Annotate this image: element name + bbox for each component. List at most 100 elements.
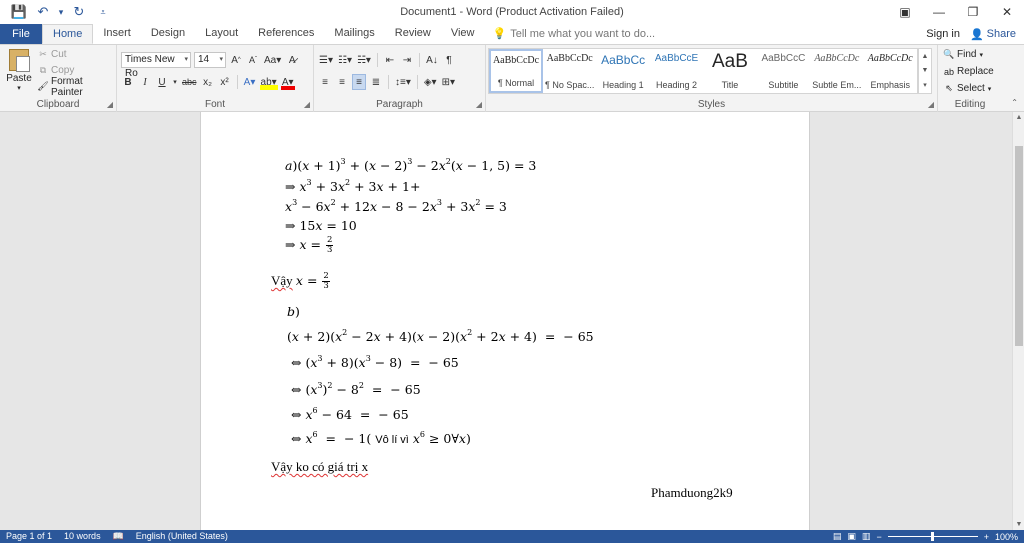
shading-icon[interactable]: ◈▾ (423, 74, 438, 90)
vertical-scrollbar[interactable]: ▲ ▼ (1012, 112, 1024, 530)
undo-dropdown-icon[interactable]: ▾ (56, 1, 66, 23)
zoom-level[interactable]: 100% (995, 532, 1018, 542)
style-heading-1[interactable]: AaBbCc Heading 1 (596, 49, 649, 93)
align-right-icon[interactable]: ≡ (352, 74, 366, 90)
style-normal[interactable]: AaBbCcDc ¶ Normal (489, 49, 543, 93)
language-indicator[interactable]: English (United States) (130, 530, 234, 543)
strikethrough-icon[interactable]: abc (181, 74, 198, 90)
bullets-icon[interactable]: ☰▾ (318, 52, 334, 68)
chevron-down-icon[interactable]: ▾ (172, 74, 178, 90)
more-styles-icon[interactable]: ▾ (923, 81, 927, 89)
page-count[interactable]: Page 1 of 1 (0, 530, 58, 543)
sort-icon[interactable]: A↓ (425, 52, 439, 68)
scroll-up-icon[interactable]: ▲ (1013, 114, 1024, 121)
tab-insert[interactable]: Insert (93, 24, 141, 44)
tab-review[interactable]: Review (385, 24, 441, 44)
style-subtitle[interactable]: AaBbCcC Subtitle (757, 49, 810, 93)
chevron-down-icon[interactable]: ▼ (922, 67, 929, 74)
document-page[interactable]: a)(x + 1)3 + (x − 2)3 − 2x2(x − 1, 5) = … (200, 112, 810, 530)
borders-icon[interactable]: ⊞▾ (441, 74, 456, 90)
underline-icon[interactable]: U (155, 74, 169, 90)
dialog-launcher-icon[interactable]: ◢ (476, 100, 482, 109)
word-count[interactable]: 10 words (58, 530, 107, 543)
sign-in-link[interactable]: Sign in (926, 28, 960, 40)
font-group-label: Font (204, 99, 225, 110)
multilevel-list-icon[interactable]: ☵▾ (356, 52, 372, 68)
zoom-slider[interactable] (887, 532, 978, 541)
align-center-icon[interactable]: ≡ (335, 74, 349, 90)
paste-button[interactable]: Paste ▾ (4, 49, 34, 95)
dialog-launcher-icon[interactable]: ◢ (107, 100, 113, 109)
change-case-icon[interactable]: Aa▾ (263, 52, 282, 68)
highlight-icon[interactable]: ab▾ (259, 74, 278, 90)
print-layout-icon[interactable]: ▣ (847, 531, 856, 542)
customize-qat-icon[interactable]: ⩡ (92, 1, 114, 23)
proofing-icon[interactable]: 📖 (107, 530, 130, 543)
chevron-up-icon[interactable]: ▲ (922, 53, 929, 60)
font-size-value: 14 (198, 54, 210, 65)
tab-home[interactable]: Home (42, 24, 94, 44)
style-name: Heading 2 (656, 80, 698, 90)
bold-icon[interactable]: B (121, 74, 135, 90)
font-size-combo[interactable]: 14 ▾ (194, 52, 226, 68)
search-icon: 🔍 (943, 49, 955, 59)
style-emphasis[interactable]: AaBbCcDc Emphasis (864, 49, 917, 93)
style-name: Subtitle (768, 80, 799, 90)
align-left-icon[interactable]: ≡ (318, 74, 332, 90)
justify-icon[interactable]: ≣ (369, 74, 383, 90)
tab-design[interactable]: Design (141, 24, 195, 44)
read-mode-icon[interactable]: ▤ (833, 531, 842, 542)
chevron-down-icon: ▾ (219, 56, 223, 63)
share-button[interactable]: 👤 Share (970, 28, 1016, 41)
font-name-combo[interactable]: Times New Ro ▾ (121, 52, 191, 79)
tab-mailings[interactable]: Mailings (324, 24, 384, 44)
format-painter-button[interactable]: 🖌 Format Painter (37, 76, 116, 98)
style-heading-2[interactable]: AaBbCcE Heading 2 (650, 49, 703, 93)
grow-font-icon[interactable]: A ^ (229, 52, 243, 68)
styles-gallery-scroll[interactable]: ▲ ▼ ▾ (918, 48, 932, 94)
replace-button[interactable]: ab Replace (944, 65, 994, 78)
font-color-icon[interactable]: A▾ (280, 74, 295, 90)
window-title: Document1 - Word (Product Activation Fai… (400, 6, 624, 18)
ribbon-display-options-icon[interactable]: ▣ (888, 0, 922, 24)
select-button[interactable]: ⇖ Select ▾ (944, 82, 994, 95)
undo-icon[interactable]: ↶ (32, 1, 54, 23)
cut-button[interactable]: ✂ Cut (38, 48, 116, 61)
superscript-icon[interactable]: x² (218, 74, 232, 90)
minimize-icon[interactable]: — (922, 0, 956, 24)
styles-gallery: AaBbCcDc ¶ Normal AaBbCcDc ¶ No Spac... … (488, 48, 918, 94)
style-title[interactable]: AaB Title (703, 49, 756, 93)
format-painter-label: Format Painter (51, 75, 83, 98)
scroll-down-icon[interactable]: ▼ (1013, 521, 1024, 528)
tell-me-box[interactable]: 💡 Tell me what you want to do... (485, 24, 656, 44)
scroll-thumb[interactable] (1015, 146, 1023, 346)
text-effects-icon[interactable]: A▾ (243, 74, 257, 90)
save-icon[interactable]: 💾 (8, 1, 30, 23)
close-icon[interactable]: ✕ (990, 0, 1024, 24)
zoom-in-icon[interactable]: + (984, 532, 989, 542)
tab-file[interactable]: File (0, 24, 42, 44)
dialog-launcher-icon[interactable]: ◢ (304, 100, 310, 109)
dialog-launcher-icon[interactable]: ◢ (928, 100, 934, 109)
style-no-spacing[interactable]: AaBbCcDc ¶ No Spac... (543, 49, 596, 93)
find-button[interactable]: 🔍 Find ▾ (943, 48, 994, 61)
zoom-slider-thumb[interactable] (930, 532, 934, 541)
restore-icon[interactable]: ❐ (956, 0, 990, 24)
tab-references[interactable]: References (248, 24, 324, 44)
increase-indent-icon[interactable]: ⇥ (400, 52, 414, 68)
tab-view[interactable]: View (441, 24, 485, 44)
line-spacing-icon[interactable]: ↕≡▾ (394, 74, 412, 90)
decrease-indent-icon[interactable]: ⇤ (383, 52, 397, 68)
subscript-icon[interactable]: x₂ (201, 74, 215, 90)
collapse-ribbon-icon[interactable]: ⌃ (1011, 98, 1018, 107)
zoom-out-icon[interactable]: − (876, 532, 881, 542)
numbering-icon[interactable]: ☷▾ (337, 52, 353, 68)
style-subtle-emphasis[interactable]: AaBbCcDc Subtle Em... (810, 49, 863, 93)
web-layout-icon[interactable]: ▥ (862, 531, 871, 542)
redo-icon[interactable]: ↻ (68, 1, 90, 23)
shrink-font-icon[interactable]: Aˇ (246, 52, 260, 68)
clear-formatting-icon[interactable]: A̷ (285, 52, 299, 68)
tab-layout[interactable]: Layout (195, 24, 248, 44)
italic-icon[interactable]: I (138, 74, 152, 90)
pilcrow-icon[interactable]: ¶ (442, 52, 456, 68)
